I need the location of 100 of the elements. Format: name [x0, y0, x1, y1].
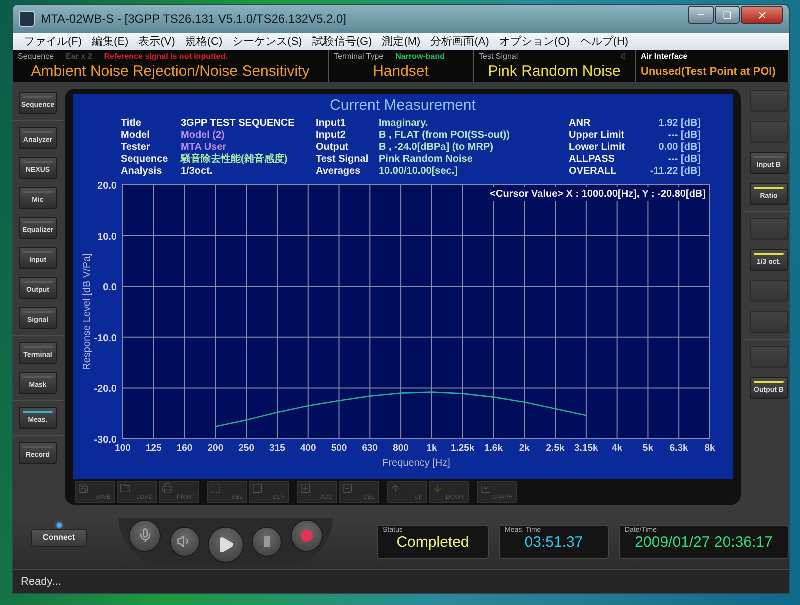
info-label: Input1	[316, 118, 347, 130]
info-value: 騒音除去性能(雑音感度)	[181, 154, 289, 166]
info-value: --- [dB]	[667, 130, 701, 142]
stop-icon	[264, 536, 270, 547]
info-bar-value: Unused(Test Point at POI)	[641, 66, 777, 78]
info-bar-label: Sequence	[18, 52, 54, 60]
info-value: 10.00/10.00[sec.]	[379, 166, 459, 178]
axis-tick-label: 630	[362, 443, 378, 454]
axis-tick-label: 500	[331, 443, 348, 454]
info-label: Title	[121, 118, 142, 130]
info-bar-note: Ear x 2	[66, 52, 92, 60]
axis-tick-label: 200	[208, 443, 224, 454]
readout-value: Completed	[396, 534, 470, 552]
connect-button[interactable]: Connect	[31, 528, 87, 546]
status-text: Ready...	[21, 576, 62, 588]
axis-tick-label: 1k	[426, 443, 438, 454]
menu-item[interactable]: オプション(O)	[494, 34, 576, 49]
menu-item[interactable]: 試験信号(G)	[307, 34, 378, 49]
axis-tick-label: 2k	[519, 443, 530, 454]
plus-square-icon	[300, 483, 311, 494]
axis-title: Frequency [Hz]	[382, 458, 450, 469]
axis-tick-label: 125	[146, 443, 162, 454]
minus-square-icon	[342, 483, 353, 494]
arrow-down-icon	[432, 483, 443, 494]
menu-item[interactable]: 測定(M)	[377, 34, 426, 49]
folder-icon	[120, 483, 131, 494]
record-icon	[300, 530, 313, 542]
menu-item[interactable]: 分析画面(A)	[426, 34, 494, 49]
axis-tick-label: 1.6k	[484, 443, 503, 454]
menu-item[interactable]: 編集(E)	[87, 34, 134, 49]
info-bar-value: Pink Random Noise	[487, 63, 622, 80]
info-label: Lower Limit	[569, 142, 626, 154]
microphone-icon	[138, 528, 153, 543]
info-label: Upper Limit	[569, 130, 626, 142]
info-bar-value: Ambient Noise Rejection/Noise Sensitivity	[30, 63, 311, 80]
info-bar-label: Test Signal	[479, 52, 518, 60]
play-button[interactable]	[208, 526, 244, 562]
close-icon	[756, 10, 768, 20]
info-label: Averages	[316, 166, 362, 178]
info-label: Input2	[316, 130, 347, 142]
axis-tick-label: 1.25k	[450, 443, 475, 454]
close-button[interactable]	[741, 6, 783, 24]
axis-tick-label: 800	[393, 443, 409, 454]
info-bar-label: Air Interface	[641, 52, 688, 60]
mic-button[interactable]	[129, 520, 162, 552]
info-label: Output	[316, 142, 350, 154]
info-label: Sequence	[121, 154, 170, 166]
axis-tick-label: -10.0	[94, 333, 117, 344]
readout-value: 03:51.37	[524, 534, 584, 552]
info-value: 3GPP TEST SEQUENCE	[181, 118, 296, 130]
printer-icon	[162, 483, 173, 494]
info-bar-value: Handset	[372, 63, 430, 80]
axis-tick-label: -20.0	[94, 384, 117, 396]
info-value: --- [dB]	[667, 154, 701, 166]
info-value: B , -24.0[dBPa] (to MRP)	[379, 142, 494, 154]
menu-item[interactable]: シーケンス(S)	[228, 34, 308, 49]
info-bar-note: Reference signal is not inputted.	[104, 52, 228, 60]
axis-tick-label: -30.0	[94, 435, 117, 446]
stop-button[interactable]	[252, 526, 282, 556]
menu-item[interactable]: ヘルプ(H)	[575, 34, 634, 49]
info-value: Model (2)	[181, 130, 226, 142]
axis-title: Response Level [dB V/Pa]	[82, 254, 93, 370]
info-value: B , FLAT (from POI(SS-out))	[379, 130, 511, 142]
info-label: Test Signal	[316, 154, 370, 166]
window-title: MTA-02WB-S - [3GPP TS26.131 V5.1.0/TS26.132V5.2.0]	[41, 12, 348, 26]
info-value: 0.00 [dB]	[658, 142, 701, 154]
menu-item[interactable]: ファイル(F)	[19, 34, 88, 49]
info-label: Analysis	[121, 166, 164, 178]
info-label: ANR	[569, 118, 592, 130]
readout-value: 2009/01/27 20:36:17	[634, 534, 774, 552]
axis-tick-label: 20.0	[98, 181, 117, 192]
info-label: Tester	[121, 142, 152, 154]
axis-tick-label: 3.15k	[574, 443, 598, 454]
maximize-button[interactable]	[715, 6, 740, 24]
axis-tick-label: 0.0	[103, 282, 117, 294]
app-icon	[19, 11, 35, 27]
axis-tick-label: 100	[115, 443, 131, 454]
axis-tick-label: 4k	[612, 443, 623, 454]
axis-tick-label: 2.5k	[546, 443, 565, 454]
dashed-square-icon	[210, 483, 221, 494]
menu-item[interactable]: 規格(C)	[180, 34, 228, 49]
square-icon	[252, 483, 263, 494]
minimize-button[interactable]	[688, 6, 714, 24]
axis-tick-label: 8k	[704, 443, 716, 454]
info-bar-note: Narrow-band	[396, 52, 445, 60]
axis-tick-label: 5k	[642, 443, 654, 454]
line-chart-icon	[480, 483, 491, 494]
record-button[interactable]	[290, 520, 323, 552]
maximize-icon	[723, 10, 732, 20]
axis-tick-label: 315	[270, 443, 286, 454]
speaker-button[interactable]	[170, 526, 200, 556]
info-value: 1/3oct.	[181, 166, 214, 178]
measurement-title: Current Measurement	[329, 96, 477, 116]
info-label: OVERALL	[569, 166, 618, 178]
axis-tick-label: 6.3k	[670, 443, 688, 454]
info-value: Pink Random Noise	[379, 154, 474, 166]
info-value: -11.22 [dB]	[649, 166, 701, 178]
cursor-value: <Cursor Value> X : 1000.00[Hz], Y : -20.80[dB]	[490, 189, 706, 200]
axis-tick-label: 400	[300, 443, 316, 454]
menu-item[interactable]: 表示(V)	[134, 34, 180, 49]
